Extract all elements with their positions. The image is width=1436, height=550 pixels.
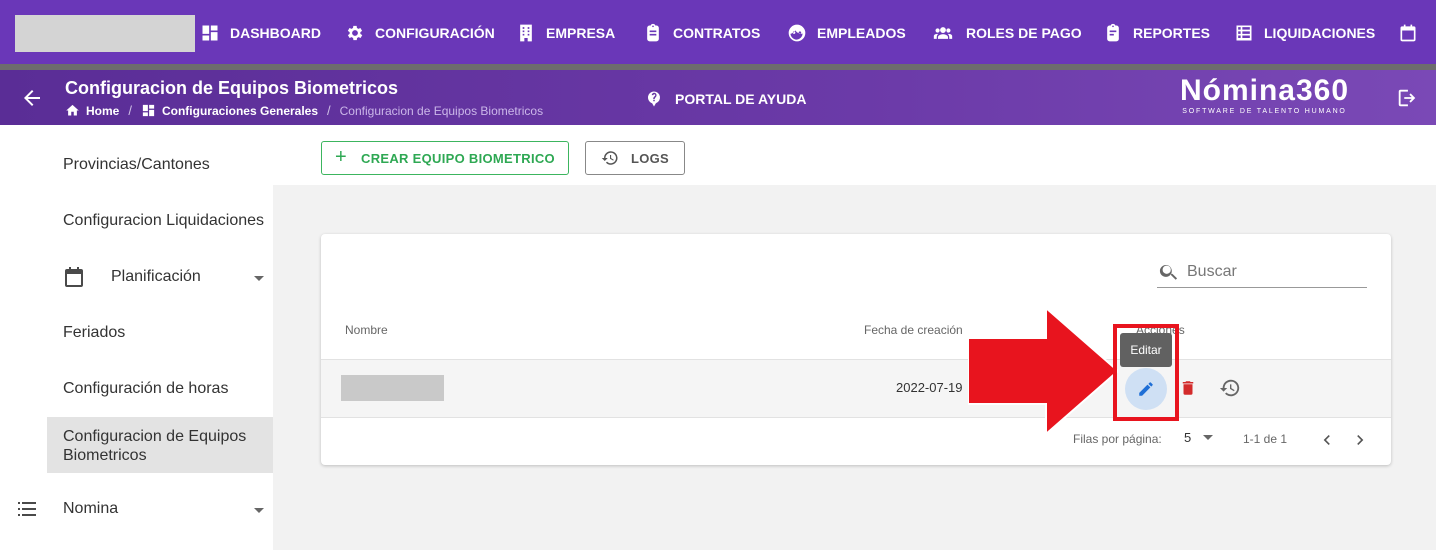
chevron-right-icon — [1357, 435, 1364, 445]
back-arrow-icon[interactable] — [20, 86, 44, 110]
nav-configuracion[interactable]: CONFIGURACIÓN — [345, 21, 495, 45]
face-icon — [788, 24, 806, 42]
nav-reportes-label: REPORTES — [1133, 25, 1211, 41]
nav-roles-de-pago[interactable]: ROLES DE PAGO — [930, 21, 1082, 45]
sidebar-item-config-liquidaciones[interactable]: Configuracion Liquidaciones — [63, 212, 264, 230]
rows-per-page-select[interactable]: 5 — [1184, 430, 1214, 445]
search-icon — [1159, 264, 1178, 280]
help-portal-link[interactable]: PORTAL DE AYUDA — [645, 90, 806, 108]
nav-contratos[interactable]: CONTRATOS — [643, 21, 760, 45]
list-icon — [1236, 25, 1252, 41]
create-biometric-button[interactable]: + CREAR EQUIPO BIOMETRICO — [321, 141, 569, 175]
brand-logo: Nómina360 SOFTWARE DE TALENTO HUMANO — [1172, 74, 1357, 116]
top-navbar: DASHBOARD CONFIGURACIÓN EMPRESA CONTRATO… — [0, 0, 1436, 70]
logs-button[interactable]: LOGS — [585, 141, 685, 175]
list-icon — [18, 502, 36, 516]
dashboard-icon — [202, 25, 218, 41]
company-logo[interactable] — [15, 15, 195, 52]
biometric-table-card: Nombre Fecha de creación Acciones 2022-0… — [321, 234, 1391, 465]
logout-icon[interactable] — [1396, 87, 1418, 109]
history-button[interactable] — [1219, 377, 1241, 399]
column-header-nombre[interactable]: Nombre — [345, 323, 388, 337]
sidebar-item-config-horas[interactable]: Configuración de horas — [63, 380, 228, 398]
history-icon — [601, 151, 618, 165]
page-title: Configuracion de Equipos Biometricos — [65, 78, 399, 98]
search-field[interactable] — [1157, 256, 1367, 288]
brand-name: Nómina360 — [1179, 74, 1350, 107]
group-icon — [933, 27, 953, 39]
nav-dashboard-label: DASHBOARD — [230, 25, 321, 41]
plus-icon: + — [335, 145, 347, 168]
create-biometric-label: CREAR EQUIPO BIOMETRICO — [361, 150, 555, 166]
report-icon — [1107, 23, 1119, 42]
breadcrumb-separator: / — [128, 103, 132, 118]
nav-empleados-label: EMPLEADOS — [817, 25, 906, 41]
sidebar-item-equipos-biometricos[interactable]: Configuracion de Equipos Biometricos — [63, 427, 263, 465]
search-input[interactable] — [1185, 261, 1359, 282]
history-icon — [1219, 379, 1240, 397]
chevron-down-icon[interactable] — [254, 276, 264, 281]
chevron-left-icon — [1323, 435, 1330, 445]
nav-dashboard[interactable]: DASHBOARD — [200, 21, 321, 45]
nav-empresa[interactable]: EMPRESA — [516, 21, 615, 45]
nav-liquidaciones[interactable]: LIQUIDACIONES — [1234, 21, 1375, 45]
help-icon — [648, 91, 661, 107]
home-icon — [66, 104, 79, 116]
prev-page-button[interactable] — [1317, 430, 1337, 450]
nav-configuracion-label: CONFIGURACIÓN — [375, 25, 495, 41]
pagination-range: 1-1 de 1 — [1243, 432, 1288, 446]
brand-tagline: SOFTWARE DE TALENTO HUMANO — [1182, 108, 1347, 115]
breadcrumb-home[interactable]: Home — [65, 103, 119, 118]
sidebar: Provincias/Cantones Configuracion Liquid… — [0, 125, 273, 550]
breadcrumb-home-label: Home — [86, 103, 120, 118]
logs-label: LOGS — [630, 150, 670, 166]
breadcrumb: Home / Configuraciones Generales / Confi… — [65, 103, 543, 118]
rows-per-page-label: Filas por página: — [1073, 432, 1162, 446]
chevron-down-icon[interactable] — [254, 508, 264, 513]
help-portal-label: PORTAL DE AYUDA — [675, 91, 807, 107]
building-icon — [520, 24, 532, 42]
trash-icon — [1182, 381, 1194, 395]
row-name-cell — [341, 375, 444, 401]
breadcrumb-config-label: Configuraciones Generales — [161, 103, 319, 118]
nav-empleados[interactable]: EMPLEADOS — [787, 21, 906, 45]
nav-empresa-label: EMPRESA — [546, 25, 616, 41]
chevron-down-icon — [1203, 435, 1214, 440]
delete-button[interactable] — [1179, 378, 1197, 398]
nav-roles-de-pago-label: ROLES DE PAGO — [966, 25, 1082, 41]
breadcrumb-separator: / — [327, 103, 331, 118]
breadcrumb-current: Configuracion de Equipos Biometricos — [339, 103, 544, 118]
breadcrumb-configuraciones-generales[interactable]: Configuraciones Generales — [141, 103, 318, 118]
gear-icon — [347, 25, 363, 41]
annotation-highlight-box — [1113, 324, 1179, 421]
sidebar-item-nomina[interactable]: Nomina — [63, 500, 118, 518]
annotation-arrow — [968, 308, 1118, 434]
sidebar-item-feriados[interactable]: Feriados — [63, 324, 125, 342]
next-page-button[interactable] — [1350, 430, 1370, 450]
sidebar-item-planificacion[interactable]: Planificación — [111, 268, 201, 286]
clipboard-icon — [647, 23, 659, 42]
nav-calendario[interactable] — [1398, 21, 1428, 45]
nav-contratos-label: CONTRATOS — [673, 25, 761, 41]
rows-per-page-value: 5 — [1184, 430, 1192, 445]
calendar-icon — [1400, 24, 1416, 42]
sidebar-item-provincias[interactable]: Provincias/Cantones — [63, 156, 210, 174]
table-row[interactable]: 2022-07-19 — [321, 359, 1391, 418]
column-header-fecha[interactable]: Fecha de creación — [864, 323, 963, 337]
nav-liquidaciones-label: LIQUIDACIONES — [1264, 25, 1376, 41]
calendar-icon — [65, 267, 83, 287]
dashboard-icon — [142, 104, 155, 117]
row-date-cell: 2022-07-19 — [896, 380, 963, 395]
page-header: Configuracion de Equipos Biometricos Hom… — [0, 70, 1436, 125]
nav-reportes[interactable]: REPORTES — [1103, 21, 1210, 45]
